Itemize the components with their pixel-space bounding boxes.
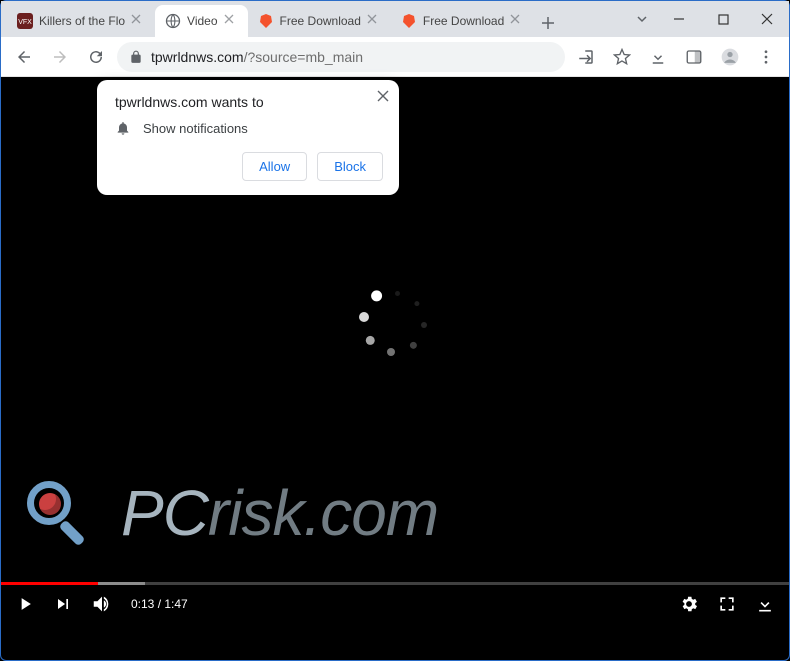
- close-icon[interactable]: [510, 14, 524, 28]
- watermark-text: PCrisk.com: [121, 476, 438, 551]
- tab-label: Killers of the Flo: [39, 14, 125, 28]
- share-button[interactable]: [571, 42, 601, 72]
- pcrisk-logo-icon: [21, 473, 101, 553]
- bookmark-button[interactable]: [607, 42, 637, 72]
- close-icon[interactable]: [367, 14, 381, 28]
- prompt-title: tpwrldnws.com wants to: [115, 94, 383, 110]
- side-panel-button[interactable]: [679, 42, 709, 72]
- watermark-pc: PC: [121, 477, 208, 549]
- close-window-button[interactable]: [745, 1, 789, 37]
- download-video-button[interactable]: [755, 594, 775, 614]
- vfx-favicon: VFX: [17, 13, 33, 29]
- forward-button[interactable]: [45, 42, 75, 72]
- brave-favicon: [258, 13, 274, 29]
- duration: 1:47: [164, 597, 187, 611]
- minimize-button[interactable]: [657, 1, 701, 37]
- close-icon[interactable]: [377, 90, 389, 102]
- current-time: 0:13: [131, 597, 154, 611]
- titlebar: VFX Killers of the Flo Video: [1, 1, 789, 37]
- url-path: /?source=mb_main: [244, 49, 363, 65]
- watermark: PCrisk.com: [21, 473, 438, 553]
- prompt-actions: Allow Block: [115, 152, 383, 181]
- page-content: tpwrldnws.com wants to Show notification…: [1, 77, 789, 623]
- profile-button[interactable]: [715, 42, 745, 72]
- maximize-button[interactable]: [701, 1, 745, 37]
- tab-free-download-1[interactable]: Free Download: [248, 5, 391, 37]
- toolbar: tpwrldnws.com/?source=mb_main: [1, 37, 789, 77]
- video-controls: 0:13 / 1:47: [1, 585, 789, 623]
- fullscreen-button[interactable]: [717, 594, 737, 614]
- lock-icon: [129, 50, 143, 64]
- tab-label: Free Download: [423, 14, 504, 28]
- tab-video[interactable]: Video: [155, 5, 247, 37]
- prompt-permission-row: Show notifications: [115, 120, 383, 136]
- tab-free-download-2[interactable]: Free Download: [391, 5, 534, 37]
- menu-button[interactable]: [751, 42, 781, 72]
- brave-favicon: [401, 13, 417, 29]
- prompt-suffix: wants to: [208, 94, 264, 110]
- loading-spinner: [360, 287, 430, 357]
- block-button[interactable]: Block: [317, 152, 383, 181]
- close-icon[interactable]: [131, 14, 145, 28]
- tab-strip: VFX Killers of the Flo Video: [1, 1, 627, 37]
- prompt-permission-label: Show notifications: [143, 121, 248, 136]
- reload-button[interactable]: [81, 42, 111, 72]
- downloads-button[interactable]: [643, 42, 673, 72]
- url-host: tpwrldnws.com: [151, 49, 244, 65]
- allow-button[interactable]: Allow: [242, 152, 307, 181]
- volume-button[interactable]: [91, 593, 113, 615]
- prompt-origin: tpwrldnws.com: [115, 94, 208, 110]
- new-tab-button[interactable]: [534, 9, 562, 37]
- window-controls: [627, 1, 789, 37]
- svg-text:VFX: VFX: [18, 19, 32, 26]
- bell-icon: [115, 120, 131, 136]
- url-text: tpwrldnws.com/?source=mb_main: [151, 49, 553, 65]
- tab-label: Video: [187, 14, 217, 28]
- settings-button[interactable]: [679, 594, 699, 614]
- time-separator: /: [154, 597, 164, 611]
- globe-icon: [165, 13, 181, 29]
- tab-killers[interactable]: VFX Killers of the Flo: [7, 5, 155, 37]
- chevron-down-icon[interactable]: [627, 1, 657, 37]
- tab-label: Free Download: [280, 14, 361, 28]
- time-display: 0:13 / 1:47: [131, 597, 188, 611]
- play-button[interactable]: [15, 594, 35, 614]
- browser-chrome: VFX Killers of the Flo Video: [1, 1, 789, 77]
- close-icon[interactable]: [224, 14, 238, 28]
- notification-permission-prompt: tpwrldnws.com wants to Show notification…: [97, 80, 399, 195]
- back-button[interactable]: [9, 42, 39, 72]
- address-bar[interactable]: tpwrldnws.com/?source=mb_main: [117, 42, 565, 72]
- watermark-rest: risk.com: [208, 477, 438, 549]
- next-button[interactable]: [53, 594, 73, 614]
